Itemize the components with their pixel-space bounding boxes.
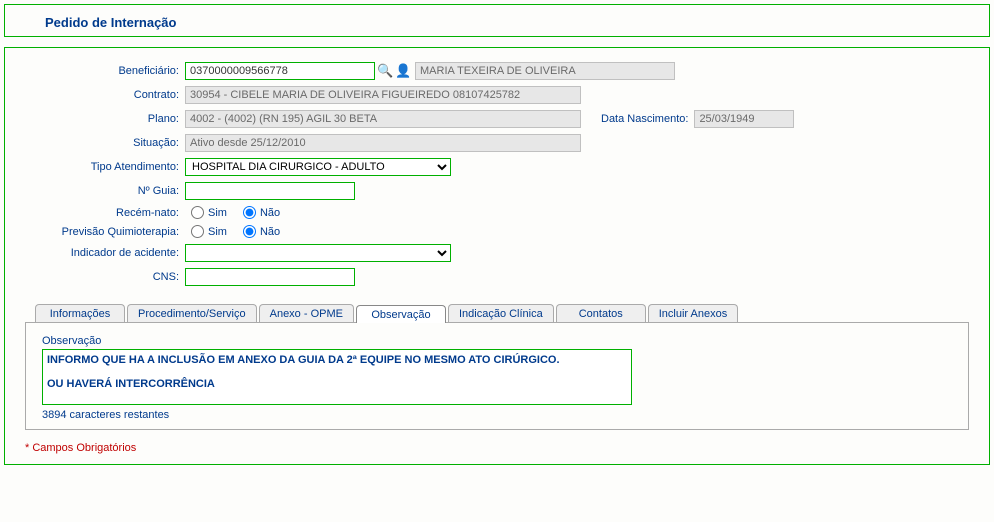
row-contrato: Contrato: 30954 - CIBELE MARIA DE OLIVEI…: [25, 86, 969, 104]
person-icon[interactable]: 👤: [395, 63, 411, 79]
label-indicador-acidente: Indicador de acidente:: [25, 247, 185, 259]
row-situacao: Situação: Ativo desde 25/12/2010: [25, 134, 969, 152]
search-icon[interactable]: 🔍: [377, 63, 393, 79]
label-pq-sim: Sim: [208, 226, 227, 238]
label-cns: CNS:: [25, 271, 185, 283]
readonly-contrato: 30954 - CIBELE MARIA DE OLIVEIRA FIGUEIR…: [185, 86, 581, 104]
radio-rn-nao[interactable]: [243, 206, 256, 219]
row-recem-nato: Recém-nato: Sim Não: [25, 206, 969, 219]
observacao-label: Observação: [42, 335, 952, 347]
label-tipo-atendimento: Tipo Atendimento:: [25, 161, 185, 173]
row-plano: Plano: 4002 - (4002) (RN 195) AGIL 30 BE…: [25, 110, 969, 128]
tab-contatos[interactable]: Contatos: [556, 304, 646, 322]
label-nguia: Nº Guia:: [25, 185, 185, 197]
input-nguia[interactable]: [185, 182, 355, 200]
tab-anexo-opme[interactable]: Anexo - OPME: [259, 304, 354, 322]
required-fields-note: * Campos Obrigatórios: [25, 442, 969, 454]
row-cns: CNS:: [25, 268, 969, 286]
title-panel: Pedido de Internação: [4, 4, 990, 37]
label-beneficiario: Beneficiário:: [25, 65, 185, 77]
select-indicador-acidente[interactable]: [185, 244, 451, 262]
input-cns[interactable]: [185, 268, 355, 286]
input-beneficiario[interactable]: [185, 62, 375, 80]
label-rn-sim: Sim: [208, 207, 227, 219]
tab-indicacao-clinica[interactable]: Indicação Clínica: [448, 304, 554, 322]
label-pq-nao: Não: [260, 226, 280, 238]
tab-informacoes[interactable]: Informações: [35, 304, 125, 322]
tab-observacao[interactable]: Observação: [356, 305, 446, 323]
readonly-plano: 4002 - (4002) (RN 195) AGIL 30 BETA: [185, 110, 581, 128]
label-previsao-quimio: Previsão Quimioterapia:: [25, 226, 185, 238]
label-plano: Plano:: [25, 113, 185, 125]
row-nguia: Nº Guia:: [25, 182, 969, 200]
label-contrato: Contrato:: [25, 89, 185, 101]
select-tipo-atendimento[interactable]: HOSPITAL DIA CIRURGICO - ADULTO: [185, 158, 451, 176]
readonly-data-nascimento: 25/03/1949: [694, 110, 794, 128]
observacao-remaining: 3894 caracteres restantes: [42, 409, 952, 421]
radio-pq-nao[interactable]: [243, 225, 256, 238]
label-data-nascimento: Data Nascimento:: [601, 113, 688, 125]
row-indicador-acidente: Indicador de acidente:: [25, 244, 969, 262]
page-title: Pedido de Internação: [45, 15, 176, 30]
tab-strip: Informações Procedimento/Serviço Anexo -…: [25, 304, 969, 322]
readonly-situacao: Ativo desde 25/12/2010: [185, 134, 581, 152]
tab-incluir-anexos[interactable]: Incluir Anexos: [648, 304, 738, 322]
row-tipo-atendimento: Tipo Atendimento: HOSPITAL DIA CIRURGICO…: [25, 158, 969, 176]
label-situacao: Situação:: [25, 137, 185, 149]
radio-pq-sim[interactable]: [191, 225, 204, 238]
label-rn-nao: Não: [260, 207, 280, 219]
tab-procedimento-servico[interactable]: Procedimento/Serviço: [127, 304, 257, 322]
radio-rn-sim[interactable]: [191, 206, 204, 219]
radio-group-quimio: Sim Não: [185, 225, 288, 238]
observacao-textarea[interactable]: [42, 349, 632, 405]
main-panel: Beneficiário: 🔍 👤 MARIA TEXEIRA DE OLIVE…: [4, 47, 990, 465]
row-beneficiario: Beneficiário: 🔍 👤 MARIA TEXEIRA DE OLIVE…: [25, 62, 969, 80]
radio-group-recem-nato: Sim Não: [185, 206, 288, 219]
label-recem-nato: Recém-nato:: [25, 207, 185, 219]
row-previsao-quimio: Previsão Quimioterapia: Sim Não: [25, 225, 969, 238]
readonly-beneficiario-name: MARIA TEXEIRA DE OLIVEIRA: [415, 62, 675, 80]
tab-panel-observacao: Observação 3894 caracteres restantes: [25, 322, 969, 430]
